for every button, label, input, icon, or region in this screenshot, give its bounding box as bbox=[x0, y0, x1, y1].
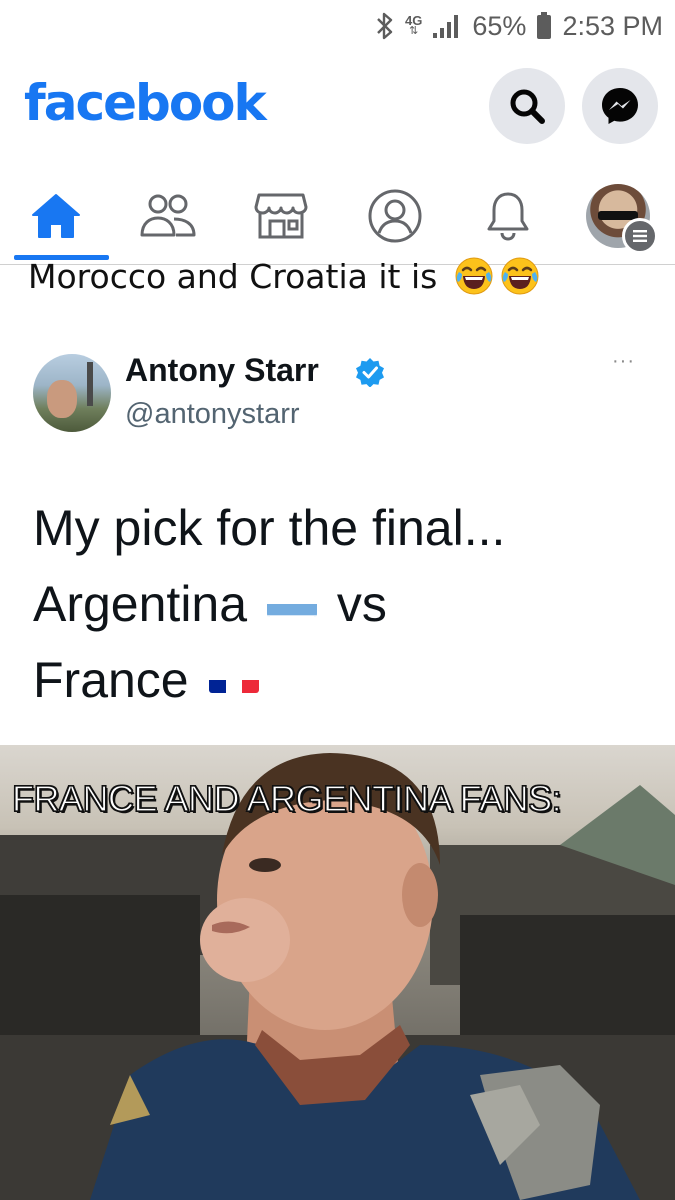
tab-home[interactable] bbox=[6, 172, 109, 260]
facebook-app-screen: 4G ⇅ 65% 2:53 PM facebook Morocco and Cr… bbox=[0, 0, 675, 1200]
home-icon bbox=[32, 194, 80, 238]
profile-icon bbox=[368, 189, 422, 243]
france-flag-icon bbox=[208, 659, 259, 693]
battery-percent: 65% bbox=[472, 10, 527, 41]
messenger-icon bbox=[602, 88, 638, 124]
tweet-card: Antony Starr @antonystarr ··· My pick fo… bbox=[0, 320, 675, 745]
post-caption: Morocco and Croatia it is bbox=[28, 256, 540, 296]
tab-friends[interactable] bbox=[118, 172, 218, 260]
tab-marketplace[interactable] bbox=[231, 172, 331, 260]
bell-icon bbox=[487, 192, 529, 241]
verified-badge-icon bbox=[356, 358, 384, 387]
battery-icon bbox=[536, 12, 552, 40]
tweet-word-france: France bbox=[33, 652, 189, 708]
meme-caption: FRANCE AND ARGENTINA FANS: bbox=[11, 777, 562, 819]
tweet-author-handle: @antonystarr bbox=[125, 398, 300, 430]
user-avatar bbox=[586, 184, 658, 254]
tweet-more-icon: ··· bbox=[612, 350, 635, 372]
tweet-author-name: Antony Starr bbox=[125, 352, 319, 388]
clock: 2:53 PM bbox=[562, 10, 663, 41]
menu-icon bbox=[622, 218, 658, 254]
bluetooth-icon bbox=[375, 11, 395, 41]
tab-menu[interactable] bbox=[568, 172, 668, 260]
signal-icon bbox=[432, 13, 462, 39]
tweet-body: My pick for the final... Argentina vs Fr… bbox=[33, 490, 505, 718]
messenger-button[interactable] bbox=[582, 68, 658, 144]
tweet-line-3: France bbox=[33, 642, 505, 718]
laughing-emoji-icon bbox=[501, 257, 539, 295]
meme-image[interactable]: FRANCE AND ARGENTINA FANS: bbox=[0, 745, 675, 1200]
status-bar: 4G ⇅ 65% 2:53 PM bbox=[0, 0, 675, 52]
search-icon bbox=[510, 89, 545, 124]
tweet-word-vs: vs bbox=[336, 576, 387, 632]
marketplace-icon bbox=[254, 193, 308, 239]
friends-icon bbox=[140, 194, 196, 237]
tweet-author-avatar bbox=[33, 354, 111, 432]
nav-tab-bar bbox=[0, 172, 675, 265]
argentina-flag-icon bbox=[266, 583, 317, 617]
tweet-line-1: My pick for the final... bbox=[33, 500, 506, 556]
search-button[interactable] bbox=[489, 68, 565, 144]
tab-notifications[interactable] bbox=[458, 172, 558, 260]
laughing-emoji-icon bbox=[455, 257, 493, 295]
network-type-indicator: 4G ⇅ bbox=[405, 13, 423, 37]
tab-profile[interactable] bbox=[345, 172, 445, 260]
tweet-word-argentina: Argentina bbox=[33, 576, 248, 632]
facebook-logo[interactable]: facebook bbox=[24, 74, 267, 132]
tweet-line-2: Argentina vs bbox=[33, 566, 505, 642]
post-caption-text: Morocco and Croatia it is bbox=[28, 257, 438, 296]
app-header: facebook bbox=[0, 60, 675, 160]
